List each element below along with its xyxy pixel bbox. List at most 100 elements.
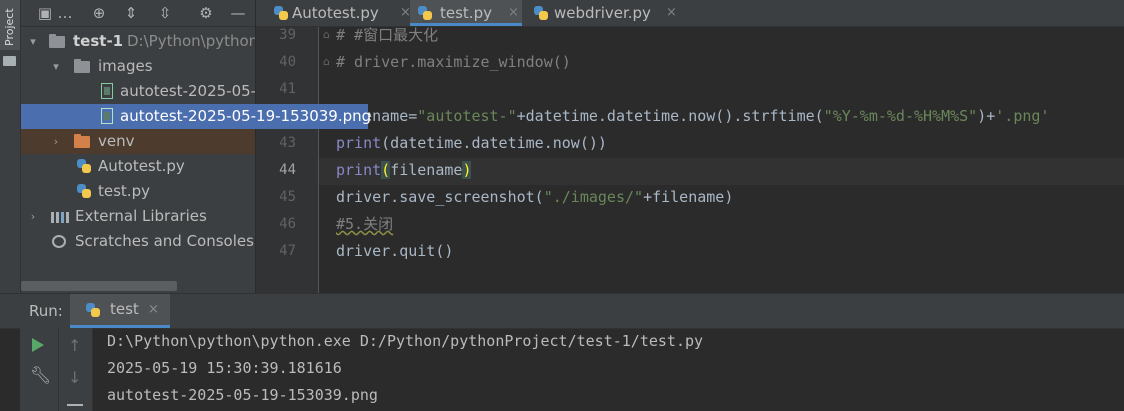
code-token: # #窗口最大化 [336,26,439,44]
project-view-icon[interactable]: ▣ [35,3,55,23]
tree-item-label: venv [98,132,135,150]
scratches-icon [52,235,66,248]
code-token: +datetime.datetime.now().strftime( [516,107,824,125]
tree-item-label: External Libraries [75,207,207,225]
rerun-icon[interactable] [32,338,44,352]
python-file-icon [77,159,91,173]
code-token: "%Y-%m-%d-%H%M%S" [823,107,978,125]
console-output-line: D:\Python\python\python.exe D:/Python/py… [107,332,704,350]
expand-all-icon[interactable]: ⇕ [121,3,141,23]
tree-item-test-1[interactable]: ▾ test-1 D:\Python\pythonProject\test-1 [21,29,255,54]
fold-marker-icon[interactable]: ⌂ [323,28,330,41]
run-tool-bar: Run: test × [0,293,1124,329]
fold-marker-icon[interactable]: ⌂ [323,55,330,68]
code-token: (datetime.datetime.now()) [381,134,607,152]
gear-icon[interactable]: ⚙ [196,3,216,23]
locate-icon[interactable]: ⊕ [89,3,109,23]
code-token: "autotest-" [417,107,517,125]
hide-icon[interactable]: — [228,3,248,23]
left-tool-strip: Project [0,0,21,293]
line-number: 40 [279,54,296,70]
tree-item-png-selected[interactable]: autotest-2025-05-19-153039.png [21,104,372,129]
tree-item-label: autotest-2025-05-19-153039.png [120,107,372,125]
code-token: "./images/" [543,188,644,206]
arrow-up-icon[interactable]: ↑ [68,336,81,355]
line-number: 44 [279,162,296,178]
line-number: 41 [279,81,296,97]
code-line[interactable]: #5.关闭 [336,211,393,238]
tree-item-png[interactable]: autotest-2025-05-19-153010.png [21,79,255,104]
line-number: 45 [279,189,296,205]
tree-item-test-py[interactable]: test.py [21,179,255,204]
project-tool-tab-label: Project [3,8,16,46]
view-dropdown-label: … [57,4,73,22]
code-token: print [336,161,382,179]
tree-item-venv[interactable]: › venv [21,129,255,154]
tab-label: webdriver.py [554,4,651,22]
code-token: #5.关闭 [336,215,394,233]
close-icon[interactable]: × [148,294,159,325]
code-token: ) [462,161,472,179]
code-token: ( [381,161,391,179]
tree-item-autotest-py[interactable]: Autotest.py [21,154,255,179]
line-number: 43 [279,135,296,151]
run-label: Run: [29,302,63,320]
tree-item-label: test.py [98,182,150,200]
code-line[interactable]: driver.save_screenshot("./images/"+filen… [336,184,733,211]
folder-icon[interactable] [3,56,16,66]
tab-webdriver-py[interactable]: webdriver.py × [526,0,680,26]
code-token: )+ [977,107,996,125]
view-dropdown[interactable]: … [57,3,73,23]
tree-item-images[interactable]: ▾ images [21,54,255,79]
code-line[interactable]: filename="autotest-"+datetime.datetime.n… [336,103,1049,130]
soft-wrap-icon[interactable] [67,404,83,406]
code-token: # driver.maximize_window() [336,53,571,71]
wrench-icon[interactable]: 🔧︎ [30,366,52,386]
run-tab-test[interactable]: test × [70,294,170,328]
image-file-icon [101,83,113,99]
python-file-icon [534,6,548,20]
chevron-down-icon[interactable]: ▾ [50,54,62,79]
console-output-line: 2025-05-19 15:30:39.181616 [107,359,342,377]
python-file-icon [274,6,288,20]
code-token: '.png' [995,107,1050,125]
code-token: +filename) [643,188,734,206]
collapse-all-icon[interactable]: ⇳ [155,3,175,23]
tree-item-path: D:\Python\pythonProject\test-1 [127,32,255,50]
run-tab-label: test [110,300,139,318]
line-number: 47 [279,243,296,259]
chevron-right-icon[interactable]: › [27,204,39,229]
close-icon[interactable]: × [666,0,677,26]
run-side-toolbar: 🔧︎ [20,328,59,411]
excluded-folder-icon [74,134,90,148]
run-side-toolbar-2: ↑ ↓ [59,328,93,411]
code-token: driver.save_screenshot( [336,188,544,206]
project-toolbar: ▣ … ⊕ ⇕ ⇳ ⚙ — [21,0,255,27]
chevron-down-icon[interactable]: ▾ [27,29,39,54]
project-panel: ▣ … ⊕ ⇕ ⇳ ⚙ — ▾ test-1 D:\Python\pythonP… [21,0,255,293]
line-number: 39 [279,27,296,43]
library-icon [51,212,54,223]
folder-icon [74,59,90,73]
python-file-icon [86,303,100,317]
code-line[interactable]: driver.quit() [336,238,453,265]
tree-item-label: images [98,57,153,75]
arrow-down-icon[interactable]: ↓ [68,368,81,387]
tree-item-external-libraries[interactable]: › External Libraries [21,204,255,229]
chevron-right-icon[interactable]: › [50,129,62,154]
tree-item-label: test-1 [73,32,124,50]
code-token: print [336,134,382,152]
project-tool-tab[interactable]: Project [0,0,20,50]
code-line[interactable]: print(datetime.datetime.now()) [336,130,607,157]
close-icon[interactable]: × [508,0,519,26]
code-line[interactable]: print(filename) [336,157,472,184]
code-token: filename [390,161,463,179]
project-horizontal-scrollbar[interactable] [21,281,177,291]
python-file-icon [77,184,91,198]
code-line[interactable]: # #窗口最大化 [336,22,438,49]
code-token: driver.quit() [336,242,454,260]
tab-label: test.py [440,4,492,22]
folder-icon [49,34,65,48]
tree-item-scratches[interactable]: Scratches and Consoles [21,229,255,254]
code-line[interactable]: # driver.maximize_window() [336,49,571,76]
